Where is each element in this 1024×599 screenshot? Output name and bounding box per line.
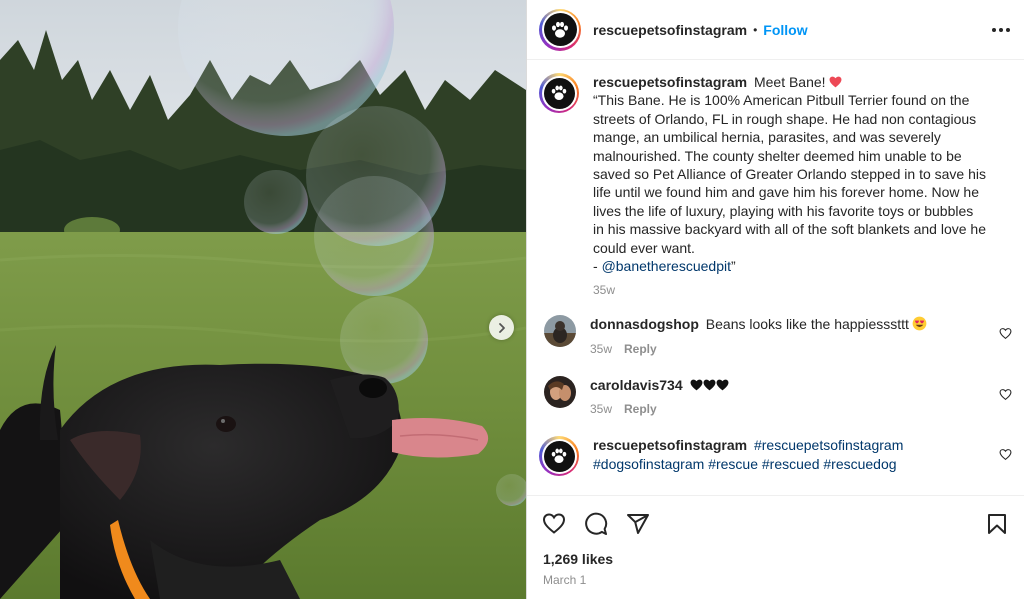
avatar[interactable] — [539, 8, 581, 51]
black-hearts — [690, 377, 729, 393]
caption-text: rescuepetsofinstagram Meet Bane! “This B… — [593, 73, 988, 275]
likes-count[interactable]: 1,269 likes — [527, 551, 1024, 571]
heart-eyes-emoji-icon — [912, 317, 927, 331]
comment-body: donnasdogshop Beans looks like the happi… — [590, 315, 1012, 356]
bookmark-icon — [988, 513, 1006, 534]
hashtag-link[interactable]: #rescued — [762, 456, 820, 472]
like-comment-heart-icon[interactable] — [999, 388, 1012, 401]
comment-username[interactable]: donnasdogshop — [590, 316, 699, 332]
paw-icon — [551, 448, 567, 464]
paw-icon — [551, 85, 567, 100]
separator-dot: • — [753, 22, 758, 37]
instagram-post-modal: rescuepetsofinstagram • Follow rescuepet… — [0, 0, 1024, 599]
paw-icon — [552, 21, 568, 38]
comment-row: caroldavis734 35w Reply — [539, 375, 1012, 416]
hashtag-link[interactable]: #dogsofinstagram — [593, 456, 704, 472]
caption-credit-suffix: ” — [730, 258, 736, 275]
profile-photo-icon — [544, 315, 576, 348]
comment-username[interactable]: caroldavis734 — [590, 377, 683, 393]
caption-story: “This Bane. He is 100% American Pitbull … — [593, 92, 987, 256]
hashtag-link[interactable]: #rescuepetsofinstagram — [754, 437, 903, 453]
comment-time: 35w — [590, 341, 613, 356]
caption-time: 35w — [593, 283, 616, 298]
caption-row: rescuepetsofinstagram Meet Bane! “This B… — [539, 73, 1012, 297]
comment-body: rescuepetsofinstagram #rescuepetsofinsta… — [593, 436, 1012, 476]
post-date: March 1 — [543, 573, 587, 587]
like-comment-heart-icon[interactable] — [999, 327, 1012, 340]
carousel-next-button[interactable] — [489, 315, 514, 340]
avatar[interactable] — [539, 73, 579, 113]
comment-text: Beans looks like the happiesssttt — [705, 316, 909, 333]
post-header: rescuepetsofinstagram • Follow — [527, 0, 1024, 60]
comment-row: donnasdogshop Beans looks like the happi… — [539, 315, 1012, 356]
like-comment-heart-icon[interactable] — [999, 448, 1012, 461]
more-icon — [992, 27, 996, 32]
caption-lead: Meet Bane! — [753, 74, 826, 90]
caption-credit-handle[interactable]: @banetherescuedpit — [602, 258, 731, 274]
comment-button[interactable] — [583, 511, 609, 537]
comment-body: caroldavis734 35w Reply — [590, 376, 1012, 416]
caption-username[interactable]: rescuepetsofinstagram — [593, 74, 747, 90]
dog-bubbles-photo — [0, 0, 526, 599]
black-heart-emoji-icon — [690, 379, 702, 391]
action-bar — [527, 495, 1024, 551]
header-username[interactable]: rescuepetsofinstagram — [593, 22, 747, 38]
reply-button[interactable]: Reply — [624, 342, 657, 356]
caption-body: rescuepetsofinstagram Meet Bane! “This B… — [593, 73, 1012, 297]
comment-username[interactable]: rescuepetsofinstagram — [593, 437, 747, 453]
avatar[interactable] — [539, 436, 579, 477]
comment-row: rescuepetsofinstagram #rescuepetsofinsta… — [539, 436, 1012, 477]
comments-list: rescuepetsofinstagram Meet Bane! “This B… — [527, 60, 1024, 495]
hashtag-link[interactable]: #rescuedog — [823, 456, 896, 472]
chevron-right-icon — [498, 322, 505, 333]
caption-meta: 35w — [593, 283, 988, 297]
profile-photo-icon — [544, 375, 576, 408]
follow-button[interactable]: Follow — [763, 22, 807, 38]
share-button[interactable] — [625, 511, 651, 537]
share-icon — [627, 513, 649, 534]
comment-meta: 35w Reply — [590, 402, 988, 416]
comment-icon — [585, 512, 608, 535]
comment-meta: 35w Reply — [590, 342, 988, 356]
post-side-panel: rescuepetsofinstagram • Follow rescuepet… — [526, 0, 1024, 599]
more-options-button[interactable] — [992, 22, 1010, 38]
red-heart-emoji-icon — [829, 76, 842, 88]
black-heart-emoji-icon — [703, 379, 715, 391]
post-photo — [0, 0, 526, 599]
reply-button[interactable]: Reply — [624, 402, 657, 416]
like-button[interactable] — [541, 511, 567, 537]
caption-credit-prefix: - — [593, 258, 602, 275]
black-heart-emoji-icon — [716, 379, 728, 391]
comment-time: 35w — [590, 402, 613, 417]
save-button[interactable] — [984, 511, 1010, 537]
avatar[interactable] — [544, 375, 576, 408]
avatar[interactable] — [544, 315, 576, 348]
hashtag-link[interactable]: #rescue — [708, 456, 758, 472]
heart-icon — [542, 512, 566, 534]
